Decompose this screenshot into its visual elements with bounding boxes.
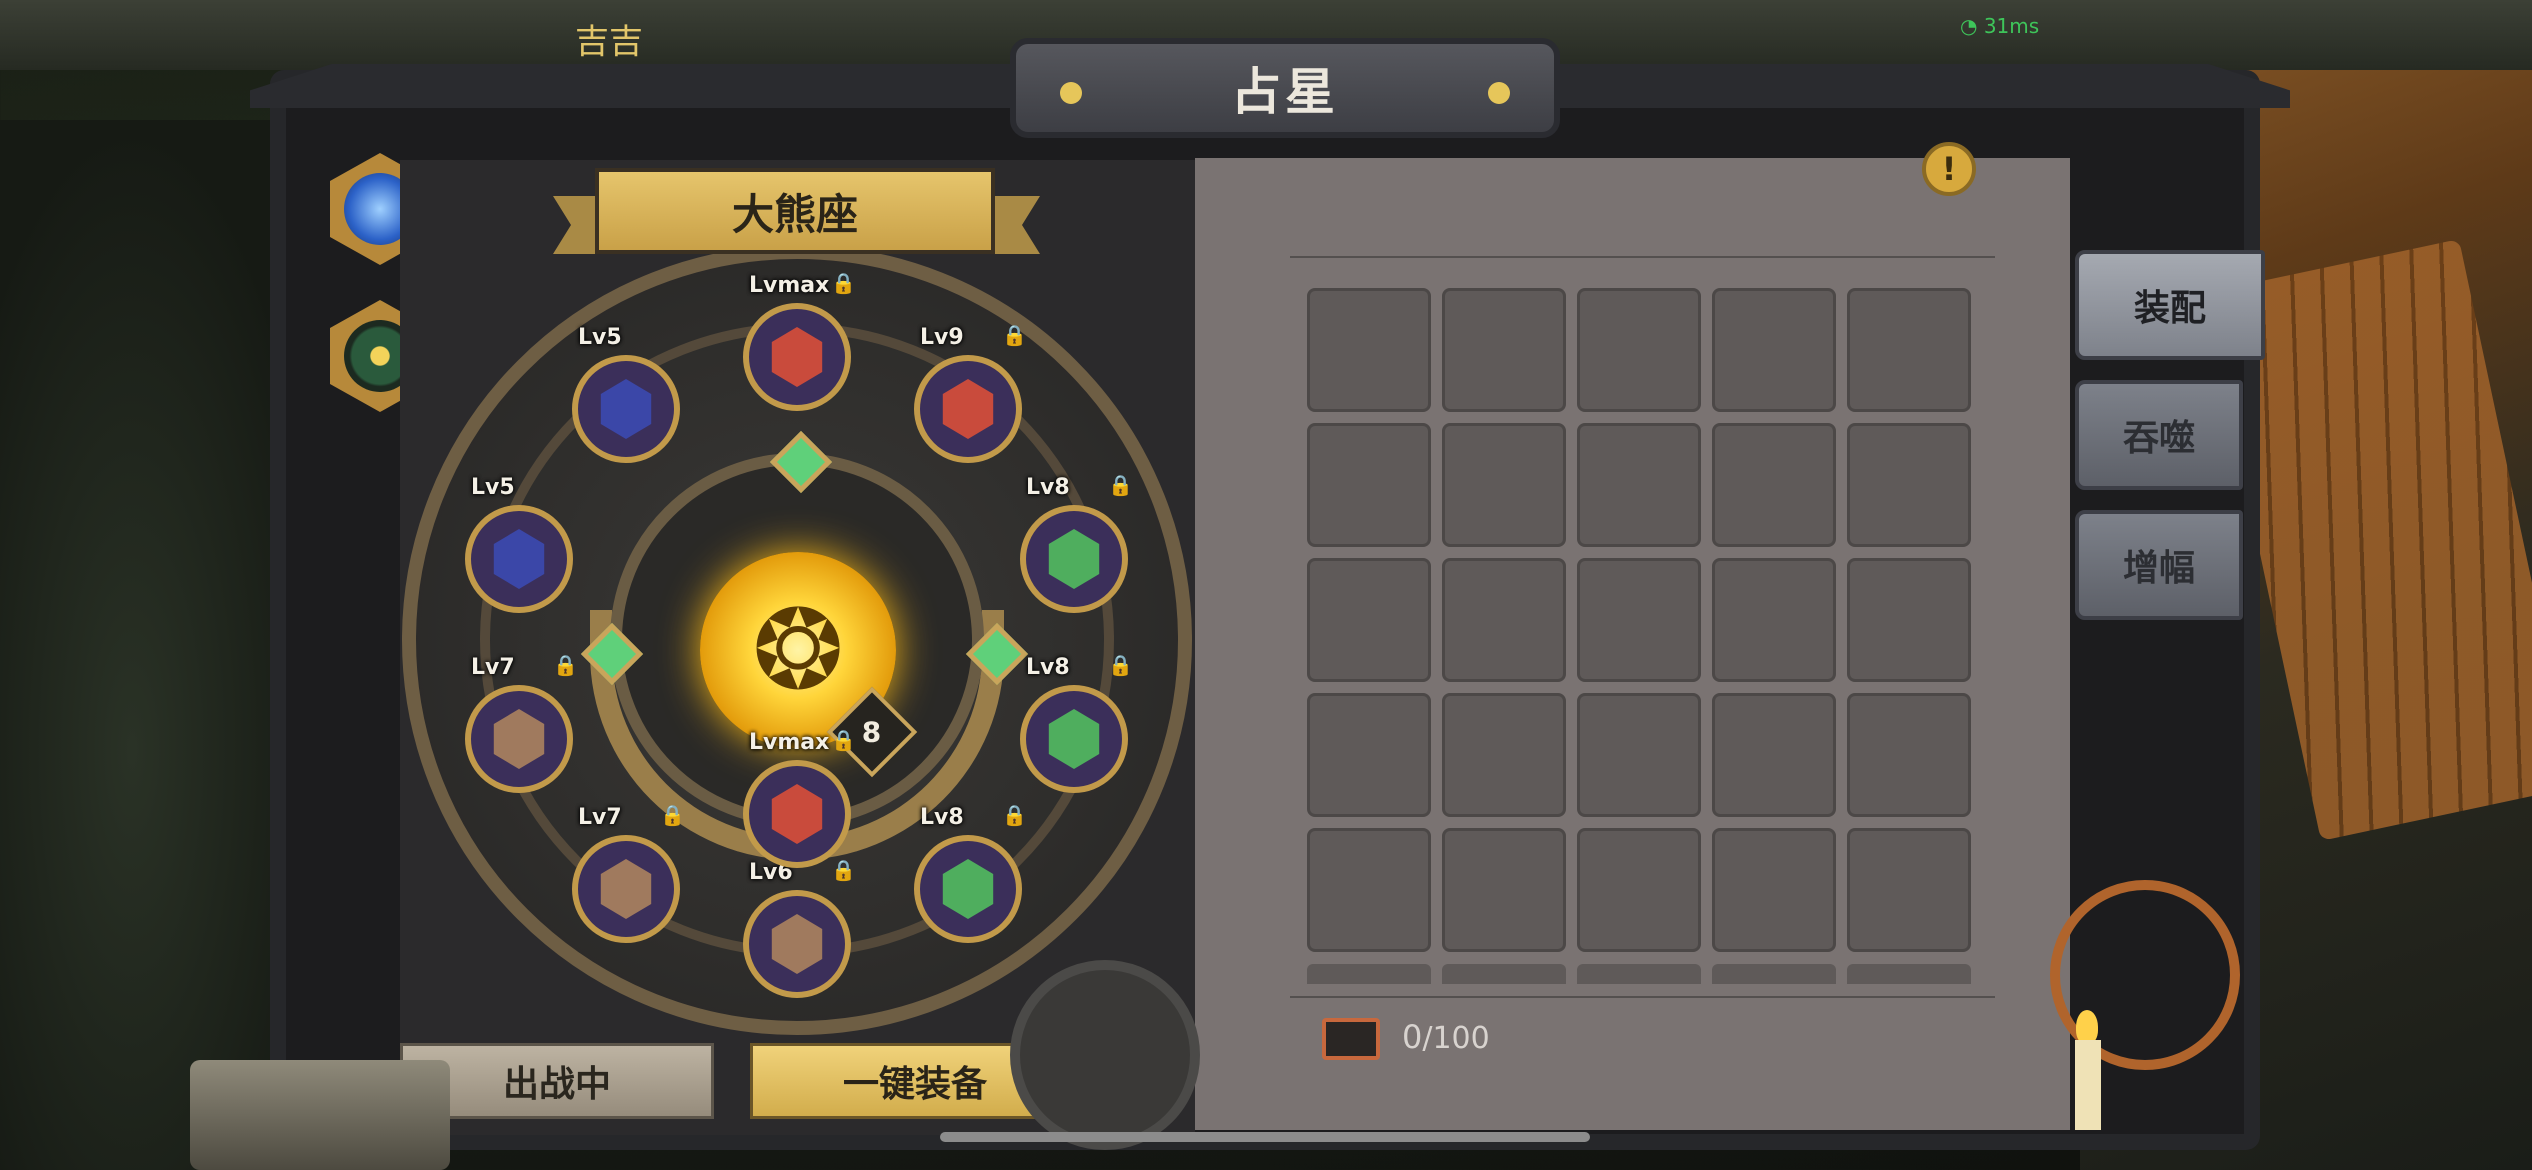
inventory-slot[interactable] <box>1712 558 1836 682</box>
inventory-slot[interactable] <box>1442 423 1566 547</box>
rune-gem-icon <box>771 784 823 844</box>
inventory-count: 0 <box>1402 1018 1423 1056</box>
inventory-capacity: 0/100 <box>1402 1018 1490 1056</box>
rune-gem-icon <box>1048 529 1100 589</box>
scrolls-decoration <box>190 1060 450 1170</box>
bear-emblem-icon: ❂ <box>751 586 845 714</box>
inventory-slot[interactable] <box>1712 288 1836 412</box>
rune-gem-icon <box>493 709 545 769</box>
rune-level-label: Lvmax <box>749 273 830 298</box>
inventory-slot[interactable] <box>1307 693 1431 817</box>
inventory-slot[interactable] <box>1577 558 1701 682</box>
info-icon[interactable]: ! <box>1922 142 1976 196</box>
compass-decoration <box>1010 960 1200 1150</box>
inventory-slot[interactable] <box>1712 693 1836 817</box>
lock-icon: 🔒 <box>1108 473 1133 497</box>
core-level-text: 8 <box>862 715 882 749</box>
inventory-grid <box>1307 288 1977 952</box>
inventory-slot[interactable] <box>1577 828 1701 952</box>
inventory-bottom-divider <box>1290 996 1995 998</box>
rune-level-label: Lv9 <box>920 325 964 350</box>
lock-icon: 🔒 <box>831 271 856 295</box>
rune-level-label: Lv8 <box>1026 655 1070 680</box>
rune-gem-icon <box>600 379 652 439</box>
rune-level-label: Lv8 <box>1026 475 1070 500</box>
rune-gem-icon <box>942 859 994 919</box>
title-dot-right <box>1488 82 1510 104</box>
rune-gem-icon <box>771 914 823 974</box>
rune-slot[interactable] <box>465 685 573 793</box>
rune-slot[interactable] <box>572 355 680 463</box>
rune-gem-icon <box>942 379 994 439</box>
rune-gem-icon <box>1048 709 1100 769</box>
inventory-slot[interactable] <box>1712 423 1836 547</box>
candle-decoration <box>2075 1040 2101 1130</box>
inventory-slot[interactable] <box>1442 828 1566 952</box>
constellation-name-banner: 大熊座 <box>595 168 995 254</box>
inventory-slot[interactable] <box>1712 828 1836 952</box>
inventory-slot[interactable] <box>1577 693 1701 817</box>
inventory-slot[interactable] <box>1847 423 1971 547</box>
inventory-slot[interactable] <box>1442 288 1566 412</box>
tab-amplify[interactable]: 增幅 <box>2075 510 2243 620</box>
rune-gem-icon <box>493 529 545 589</box>
inventory-slot[interactable] <box>1847 693 1971 817</box>
network-status: ◔ 31ms <box>1960 14 2039 38</box>
candle-flame <box>2076 1010 2098 1044</box>
inventory-slot[interactable] <box>1442 558 1566 682</box>
tab-devour[interactable]: 吞噬 <box>2075 380 2243 490</box>
chest-icon <box>1322 1018 1380 1060</box>
lock-icon: 🔒 <box>1002 323 1027 347</box>
inventory-slot[interactable] <box>1847 288 1971 412</box>
lock-icon: 🔒 <box>1108 653 1133 677</box>
rune-gem-icon <box>600 859 652 919</box>
title-dot-left <box>1060 82 1082 104</box>
lock-icon: 🔒 <box>660 803 685 827</box>
lock-icon: 🔒 <box>831 728 856 752</box>
inventory-slot[interactable] <box>1847 558 1971 682</box>
inventory-slot[interactable] <box>1307 828 1431 952</box>
home-indicator[interactable] <box>940 1132 1590 1142</box>
page-title: 占星 <box>1231 63 1339 121</box>
rune-level-label: Lv7 <box>578 805 622 830</box>
inventory-grid-overflow <box>1307 964 1977 984</box>
rune-level-label: Lv8 <box>920 805 964 830</box>
rune-level-label: Lv5 <box>578 325 622 350</box>
rune-slot[interactable] <box>743 760 851 868</box>
inventory-top-divider <box>1290 256 1995 258</box>
rune-slot[interactable] <box>572 835 680 943</box>
wifi-icon: ◔ <box>1960 14 1978 38</box>
rune-slot[interactable] <box>1020 685 1128 793</box>
lock-icon: 🔒 <box>553 653 578 677</box>
inventory-slot[interactable] <box>1442 693 1566 817</box>
rune-slot[interactable] <box>465 505 573 613</box>
lock-icon: 🔒 <box>1002 803 1027 827</box>
rune-level-label: Lv7 <box>471 655 515 680</box>
inventory-slot[interactable] <box>1307 558 1431 682</box>
inventory-slot[interactable] <box>1577 423 1701 547</box>
inventory-slot[interactable] <box>1307 288 1431 412</box>
inventory-slot[interactable] <box>1577 288 1701 412</box>
rune-level-label: Lv5 <box>471 475 515 500</box>
rune-slot[interactable] <box>1020 505 1128 613</box>
inventory-max: /100 <box>1422 1021 1490 1056</box>
player-name: 吉吉 <box>575 22 643 62</box>
title-plate: 占星 <box>1010 38 1560 138</box>
inventory-slot[interactable] <box>1847 828 1971 952</box>
rune-slot[interactable] <box>743 303 851 411</box>
rune-slot[interactable] <box>743 890 851 998</box>
constellation-name: 大熊座 <box>731 189 858 239</box>
rune-slot[interactable] <box>914 835 1022 943</box>
rune-level-label: Lvmax <box>749 730 830 755</box>
lock-icon: 🔒 <box>831 858 856 882</box>
rune-slot[interactable] <box>914 355 1022 463</box>
rune-gem-icon <box>771 327 823 387</box>
tab-equip[interactable]: 装配 <box>2075 250 2265 360</box>
inventory-slot[interactable] <box>1307 423 1431 547</box>
ping-text: 31ms <box>1983 14 2040 38</box>
